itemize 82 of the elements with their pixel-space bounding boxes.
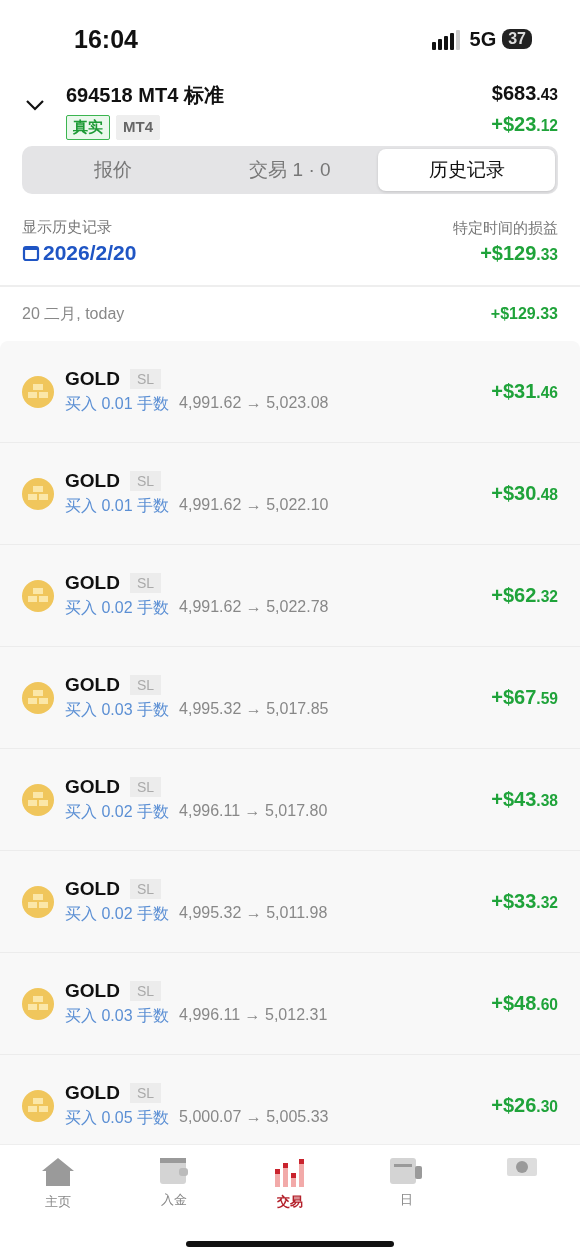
account-title: 694518 MT4 标准 (66, 83, 225, 108)
price-range: 4,995.32 → 5,017.85 (179, 700, 329, 719)
ingot-stack-icon (22, 783, 54, 816)
ingot-stack-icon (22, 375, 54, 408)
ingot-stack-icon (22, 579, 54, 612)
symbol-label: GOLD (65, 572, 120, 594)
symbol-label: GOLD (65, 776, 120, 798)
segment-tab[interactable]: 历史记录 (378, 149, 555, 191)
period-pnl-label: 特定时间的损益 (453, 219, 558, 238)
close-reason-tag: SL (129, 1083, 161, 1103)
trade-profit: +$48.60 (491, 992, 558, 1015)
price-range: 4,996.11 → 5,017.80 (179, 802, 328, 821)
price-range: 4,991.62 → 5,023.08 (179, 394, 329, 413)
battery-level: 37 (502, 29, 532, 49)
trade-row[interactable]: GOLD SL 买入 0.02 手数 4,995.32 → 5,011.98 +$33.32 (0, 851, 580, 953)
chevron-down-icon[interactable] (26, 100, 44, 111)
order-info: 买入 0.02 手数 (65, 802, 170, 822)
close-reason-tag: SL (129, 471, 161, 491)
ingot-stack-icon (22, 477, 54, 510)
price-range: 4,995.32 → 5,011.98 (179, 904, 328, 923)
tab-bar-item[interactable]: 日 (348, 1145, 464, 1257)
trade-row[interactable]: GOLD SL 买入 0.01 手数 4,991.62 → 5,022.10 +$30.48 (0, 443, 580, 545)
order-info: 买入 0.02 手数 (65, 598, 170, 618)
close-reason-tag: SL (129, 573, 161, 593)
history-label: 显示历史记录 (22, 218, 113, 237)
trade-profit: +$26.30 (491, 1094, 558, 1117)
period-pnl: +$129.33 (480, 242, 558, 265)
segment-tab[interactable]: 报价 (25, 149, 202, 191)
ingot-stack-icon (22, 1089, 54, 1122)
status-time: 16:04 (74, 24, 139, 54)
order-info: 买入 0.03 手数 (65, 1006, 170, 1026)
close-reason-tag: SL (129, 981, 161, 1001)
trade-profit: +$31.46 (491, 380, 558, 403)
bar-chart-icon (274, 1157, 306, 1187)
trade-row[interactable]: GOLD SL 买入 0.02 手数 4,996.11 → 5,017.80 +$43.38 (0, 749, 580, 851)
symbol-label: GOLD (65, 878, 120, 900)
symbol-label: GOLD (65, 980, 120, 1002)
signal-icon (431, 28, 462, 50)
network-label: 5G (469, 27, 497, 51)
trade-profit: +$33.32 (491, 890, 558, 913)
price-range: 4,991.62 → 5,022.10 (179, 496, 329, 515)
platform-tag: MT4 (116, 115, 160, 140)
close-reason-tag: SL (129, 777, 161, 797)
close-reason-tag: SL (129, 879, 161, 899)
trade-profit: +$67.59 (491, 686, 558, 709)
segment-tab[interactable]: 交易 1 · 0 (201, 149, 379, 191)
trade-row[interactable]: GOLD SL 买入 0.01 手数 4,991.62 → 5,023.08 +$31.46 (0, 341, 580, 443)
order-info: 买入 0.01 手数 (65, 496, 170, 516)
price-range: 4,996.11 → 5,012.31 (179, 1006, 328, 1025)
trade-row[interactable]: GOLD SL 买入 0.02 手数 4,991.62 → 5,022.78 +$62.32 (0, 545, 580, 647)
trade-row[interactable]: GOLD SL 买入 0.03 手数 4,996.11 → 5,012.31 +$48.60 (0, 953, 580, 1055)
document-icon (389, 1157, 423, 1185)
order-info: 买入 0.05 手数 (65, 1108, 170, 1128)
symbol-label: GOLD (65, 470, 120, 492)
trade-row[interactable]: GOLD SL 买入 0.03 手数 4,995.32 → 5,017.85 +$67.59 (0, 647, 580, 749)
symbol-label: GOLD (65, 1082, 120, 1104)
symbol-label: GOLD (65, 368, 120, 390)
close-reason-tag: SL (129, 675, 161, 695)
trade-profit: +$43.38 (491, 788, 558, 811)
calendar-icon (22, 244, 40, 262)
account-balance: $683.43 (491, 82, 558, 105)
home-icon (41, 1157, 75, 1187)
price-range: 4,991.62 → 5,022.78 (179, 598, 329, 617)
order-info: 买入 0.03 手数 (65, 700, 170, 720)
account-profit: +$23.12 (491, 113, 558, 136)
wallet-icon (159, 1157, 189, 1185)
day-total: +$129.33 (490, 305, 558, 323)
day-header: 20 二月, today (22, 303, 125, 324)
trade-profit: +$30.48 (491, 482, 558, 505)
date-picker[interactable]: 2026/2/20 (22, 241, 137, 265)
order-info: 买入 0.01 手数 (65, 394, 170, 414)
ingot-stack-icon (22, 681, 54, 714)
price-range: 5,000.07 → 5,005.33 (179, 1108, 329, 1127)
order-info: 买入 0.02 手数 (65, 904, 170, 924)
camera-icon (506, 1157, 538, 1177)
account-type-tag: 真实 (66, 115, 110, 140)
tab-bar-item[interactable]: 主页 (0, 1145, 116, 1257)
trade-profit: +$62.32 (491, 584, 558, 607)
ingot-stack-icon (22, 885, 54, 918)
symbol-label: GOLD (65, 674, 120, 696)
close-reason-tag: SL (129, 369, 161, 389)
ingot-stack-icon (22, 987, 54, 1020)
